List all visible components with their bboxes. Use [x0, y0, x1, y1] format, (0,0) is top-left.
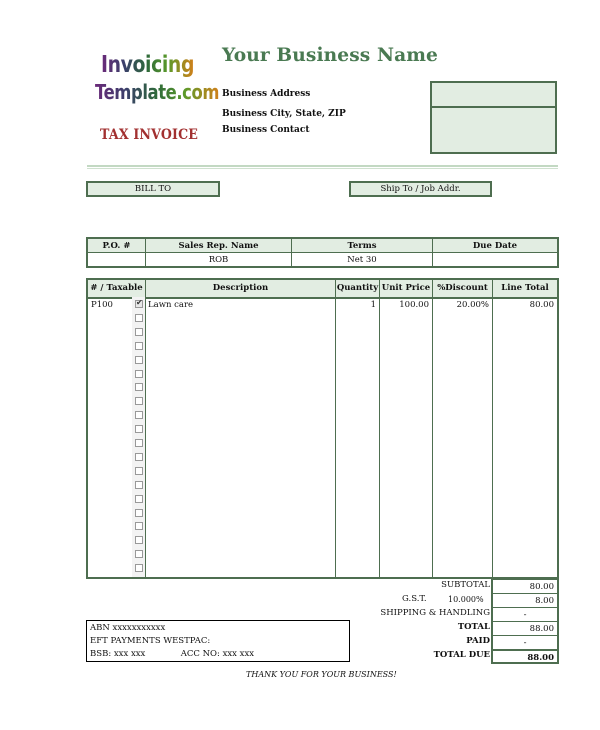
taxable-column-strip [132, 297, 146, 577]
line-items-table: # / Taxable Description Quantity Unit Pr… [86, 278, 559, 579]
terms-value[interactable]: Net 30 [291, 252, 433, 268]
line-total-header: Line Total [501, 283, 549, 293]
taxable-checkbox[interactable] [135, 550, 143, 559]
taxable-checkbox[interactable] [135, 536, 143, 545]
item-number[interactable]: P100 [91, 299, 131, 311]
number-taxable-header: # / Taxable [90, 283, 143, 293]
total-value: 88.00 [493, 622, 557, 636]
taxable-checkbox[interactable] [135, 327, 143, 336]
logo-invoicing: Invoicing [101, 52, 195, 78]
taxable-checkbox[interactable] [135, 522, 143, 531]
paid-value[interactable]: - [493, 636, 557, 650]
account-number: ACC NO: xxx xxx [180, 649, 255, 659]
paid-label: PAID [466, 636, 490, 646]
gst-rate[interactable]: 10.000% [448, 593, 484, 606]
unit-price-header: Unit Price [381, 283, 431, 293]
taxable-checkbox[interactable] [135, 383, 143, 392]
invoice-info-box-top[interactable] [430, 81, 557, 108]
item-description[interactable]: Lawn care [148, 299, 333, 311]
taxable-checkbox[interactable] [135, 313, 143, 322]
taxable-checkbox[interactable] [135, 452, 143, 461]
total-due-label: TOTAL DUE [433, 650, 490, 660]
document-type-title: TAX INVOICE [100, 127, 199, 143]
order-info-table: P.O. # Sales Rep. Name Terms Due Date RO… [86, 237, 559, 268]
quantity-header: Quantity [336, 283, 379, 293]
taxable-checkbox[interactable] [135, 341, 143, 350]
header-divider-secondary [87, 168, 558, 169]
item-line-total: 80.00 [529, 300, 554, 310]
bank-line: BSB: xxx xxx ACC NO: xxx xxx [90, 648, 346, 661]
item-discount[interactable]: 20.00% [433, 299, 489, 311]
checkmark-icon: ✔ [136, 298, 143, 307]
taxable-checkbox[interactable] [135, 508, 143, 517]
payment-details-box: ABN xxxxxxxxxxx EFT PAYMENTS WESTPAC: BS… [86, 620, 350, 662]
thank-you-message: THANK YOU FOR YOUR BUSINESS! [246, 670, 397, 679]
column-divider [492, 280, 493, 577]
column-divider [379, 280, 380, 577]
terms-header: Terms [291, 237, 433, 253]
bsb: BSB: xxx xxx [90, 649, 146, 659]
due-date-header: Due Date [432, 237, 559, 253]
subtotal-label: SUBTOTAL [441, 580, 490, 590]
taxable-checkbox[interactable]: ✔ [135, 298, 143, 308]
taxable-checkbox[interactable] [135, 397, 143, 406]
taxable-checkbox[interactable] [135, 439, 143, 447]
item-unit-price[interactable]: 100.00 [380, 299, 429, 311]
column-divider [335, 280, 336, 577]
taxable-checkbox[interactable] [135, 466, 143, 475]
shipping-label: SHIPPING & HANDLING [380, 608, 490, 618]
due-date-value[interactable] [432, 252, 559, 268]
description-header: Description [212, 283, 269, 293]
po-number-value[interactable] [86, 252, 146, 268]
column-divider [432, 280, 433, 577]
invoice-info-box-bottom[interactable] [430, 106, 557, 154]
taxable-checkbox[interactable] [135, 564, 143, 573]
taxable-checkbox[interactable] [135, 355, 143, 364]
total-label: TOTAL [457, 622, 490, 632]
abn-line: ABN xxxxxxxxxxx [90, 623, 166, 633]
business-address[interactable]: Business Address [222, 89, 310, 99]
column-divider [145, 280, 146, 577]
taxable-checkbox[interactable] [135, 411, 143, 420]
taxable-checkbox[interactable] [135, 494, 143, 503]
shipping-value[interactable]: - [493, 608, 557, 622]
po-number-header: P.O. # [86, 237, 146, 253]
taxable-checkbox[interactable] [135, 480, 143, 489]
gst-value: 8.00 [493, 594, 557, 608]
totals-box: 80.00 8.00 - 88.00 - 88.00 [491, 578, 559, 664]
business-contact[interactable]: Business Contact [222, 125, 310, 135]
total-due-value: 88.00 [493, 650, 557, 664]
business-name[interactable]: Your Business Name [222, 44, 438, 66]
discount-header: %Discount [437, 283, 488, 293]
eft-line: EFT PAYMENTS WESTPAC: [90, 636, 211, 646]
taxable-checkbox[interactable] [135, 369, 143, 378]
sales-rep-value[interactable]: ROB [145, 252, 292, 268]
sales-rep-header: Sales Rep. Name [145, 237, 292, 253]
taxable-checkbox[interactable] [135, 425, 143, 434]
item-quantity[interactable]: 1 [336, 299, 376, 311]
gst-label: G.S.T. [402, 594, 427, 604]
business-city-state-zip[interactable]: Business City, State, ZIP [222, 109, 346, 119]
header-divider [87, 165, 558, 167]
logo-template-com: Template.com [95, 80, 219, 104]
ship-to-label: Ship To / Job Addr. [349, 181, 492, 197]
subtotal-value: 80.00 [493, 580, 557, 594]
bill-to-label: BILL TO [86, 181, 220, 197]
